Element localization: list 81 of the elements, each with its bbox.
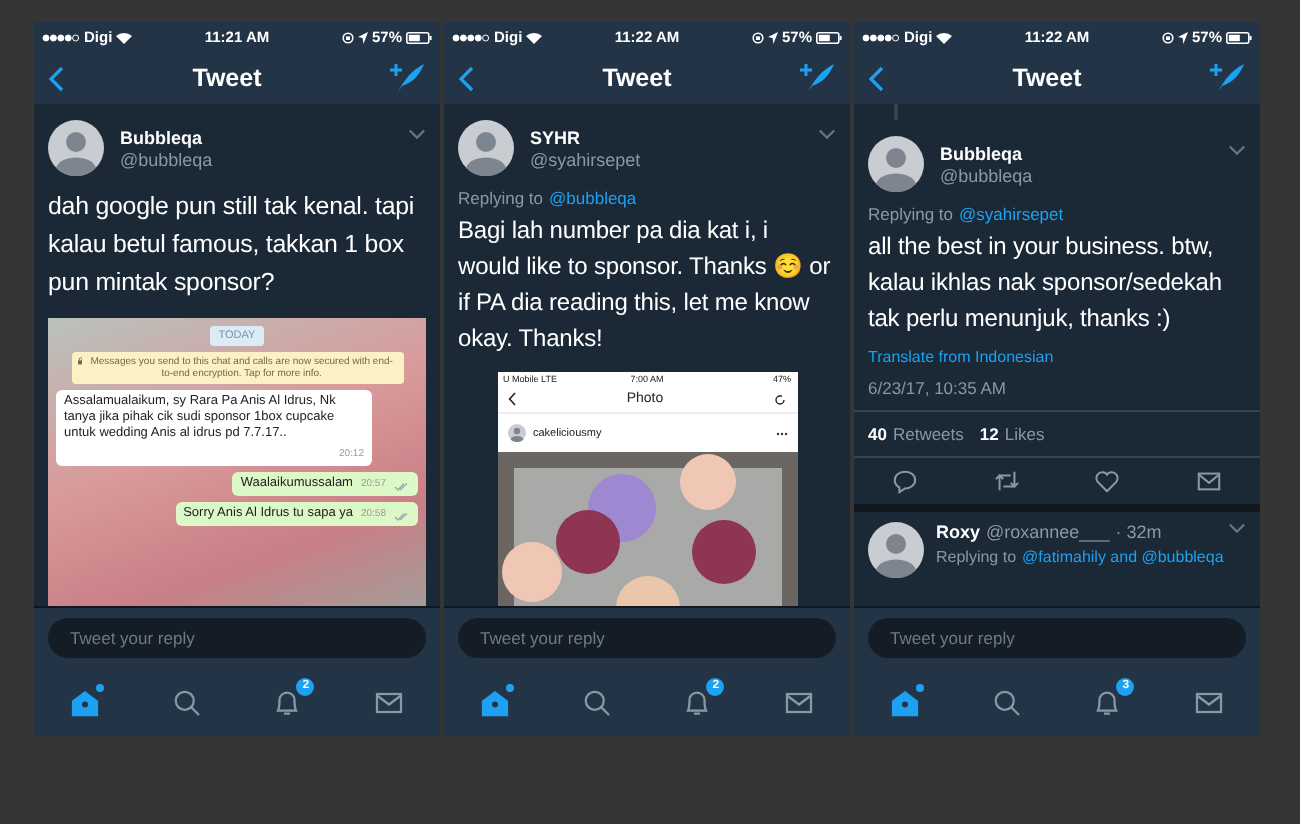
user-handle: @syahirsepet: [530, 149, 643, 169]
display-name: Roxy: [936, 522, 981, 542]
mail-icon: [1194, 687, 1225, 717]
replying-label: Replying to: [936, 548, 1017, 566]
back-icon[interactable]: [48, 65, 64, 91]
search-icon: [991, 687, 1022, 717]
screen-title: Tweet: [1012, 64, 1082, 92]
avatar: [868, 136, 924, 192]
wifi-icon: [116, 31, 133, 43]
user-handle: @roxannee___: [986, 522, 1110, 542]
reply-field[interactable]: Tweet your reply: [48, 618, 426, 658]
stat-label[interactable]: Likes: [1004, 424, 1045, 444]
lock-icon: [77, 356, 83, 366]
avatar: [48, 120, 104, 176]
refresh-icon: [774, 393, 787, 405]
heart-icon[interactable]: [1094, 468, 1121, 494]
mention-link[interactable]: @fatimahily and @bubbleqa: [1022, 548, 1224, 566]
mail-icon: [374, 687, 405, 717]
wifi-icon: [936, 31, 953, 43]
back-icon[interactable]: [868, 65, 884, 91]
signal-icon: [42, 33, 80, 41]
user-handle: @bubbleqa: [120, 149, 215, 169]
compose-icon[interactable]: [800, 62, 836, 94]
screen-title: Tweet: [602, 64, 672, 92]
chevron-down-icon[interactable]: [1228, 522, 1246, 534]
avatar: [868, 522, 924, 578]
signal-icon: [452, 33, 490, 41]
home-icon: [889, 687, 920, 717]
compose-icon[interactable]: [390, 62, 426, 94]
replying-label: Replying to: [458, 188, 544, 208]
battery-icon: [406, 31, 432, 43]
home-icon: [479, 687, 510, 717]
chevron-down-icon[interactable]: [408, 128, 426, 140]
location-icon: [1177, 31, 1188, 43]
double-check-icon: [394, 512, 410, 522]
stat-count: 12: [979, 424, 999, 444]
display-name: Bubbleqa: [940, 143, 1025, 163]
chevron-down-icon[interactable]: [1228, 144, 1246, 156]
back-icon: [507, 392, 515, 406]
screen-title: Tweet: [192, 64, 262, 92]
battery-icon: [816, 31, 842, 43]
mention-link[interactable]: @bubbleqa: [549, 188, 637, 208]
display-name: SYHR: [530, 127, 583, 147]
tweet-text: Bagi lah number pa dia kat i, i would like to sponsor. Thanks ☺ or if PA dia reading this, let me know okay. Thanks!: [456, 214, 833, 356]
stat-count: 40: [868, 424, 887, 444]
translate-link[interactable]: Translate from Indonesian: [868, 348, 1054, 366]
bell-icon: [1092, 687, 1123, 717]
tweet-text: all the best in your business. btw, kalau ikhlas nak sponsor/sedekah tak perlu menunjuk, thanks :): [866, 230, 1224, 336]
replying-label: Replying to: [868, 204, 954, 224]
retweet-icon[interactable]: [993, 468, 1020, 494]
location-icon: [767, 31, 778, 43]
bell-icon: [272, 687, 303, 717]
profile-avatar: [507, 424, 525, 442]
stat-label[interactable]: Retweets: [892, 424, 964, 444]
reply-field[interactable]: Tweet your reply: [458, 618, 836, 658]
compose-icon[interactable]: [1210, 62, 1246, 94]
mail-icon[interactable]: [1196, 468, 1223, 494]
home-icon: [69, 687, 100, 717]
rotation-lock-icon: [341, 31, 354, 43]
user-handle: @bubbleqa: [940, 165, 1035, 185]
reply-field[interactable]: Tweet your reply: [868, 618, 1246, 658]
avatar: [458, 120, 514, 176]
rotation-lock-icon: [751, 31, 764, 43]
mention-link[interactable]: @syahirsepet: [959, 204, 1064, 224]
double-check-icon: [394, 482, 410, 492]
search-icon: [171, 687, 202, 717]
reply-time: · 32m: [1115, 522, 1162, 542]
signal-icon: [862, 33, 900, 41]
rotation-lock-icon: [1161, 31, 1174, 43]
tweet-timestamp: 6/23/17, 10:35 AM: [868, 378, 1006, 398]
back-icon[interactable]: [458, 65, 474, 91]
location-icon: [357, 31, 368, 43]
reply-icon[interactable]: [891, 468, 918, 494]
search-icon: [581, 687, 612, 717]
chevron-down-icon[interactable]: [818, 128, 836, 140]
mail-icon: [784, 687, 815, 717]
display-name: Bubbleqa: [120, 127, 205, 147]
tweet-text: dah google pun still tak kenal. tapi kalau betul famous, takkan 1 box pun mintak sponsor?: [46, 190, 417, 300]
wifi-icon: [526, 31, 543, 43]
battery-icon: [1226, 31, 1252, 43]
bell-icon: [682, 687, 713, 717]
